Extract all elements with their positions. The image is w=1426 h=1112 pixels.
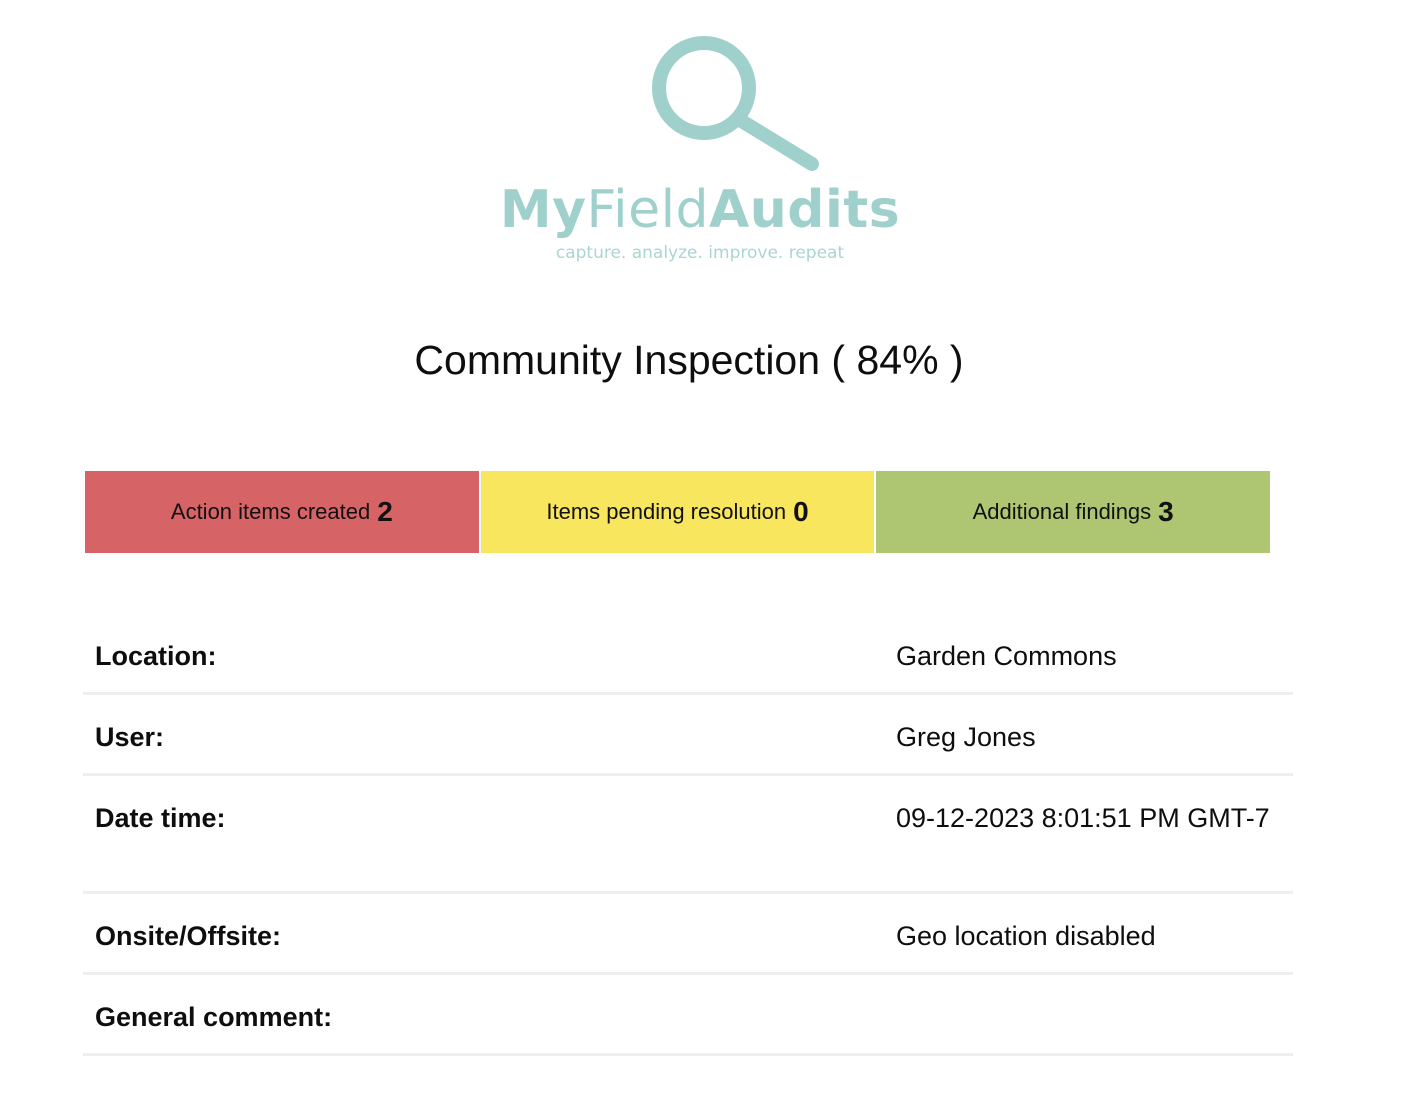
details-row-onsite: Onsite/Offsite: Geo location disabled — [83, 894, 1293, 975]
detail-label: Location: — [95, 641, 217, 671]
detail-value: Greg Jones — [896, 722, 1036, 752]
detail-value: 09-12-2023 8:01:51 PM GMT-7 — [896, 803, 1270, 833]
summary-label: Additional findings — [972, 499, 1152, 524]
details-table: Location: Garden Commons User: Greg Jone… — [83, 614, 1293, 1056]
detail-label: User: — [95, 722, 165, 752]
summary-count: 2 — [377, 496, 393, 527]
summary-label: Action items created — [170, 499, 371, 524]
logo: MyFieldAudits capture. analyze. improve.… — [0, 36, 1400, 276]
details-row-location: Location: Garden Commons — [83, 614, 1293, 695]
logo-word-audits: Audits — [709, 180, 901, 240]
summary-additional-findings: Additional findings 3 — [874, 471, 1271, 553]
summary-action-items: Action items created 2 — [85, 471, 479, 553]
summary-bar: Action items created 2 Items pending res… — [85, 471, 1271, 553]
details-row-datetime: Date time: 09-12-2023 8:01:51 PM GMT-7 — [83, 776, 1293, 894]
details-row-user: User: Greg Jones — [83, 695, 1293, 776]
logo-tagline: capture. analyze. improve. repeat — [555, 243, 845, 263]
summary-count: 3 — [1158, 496, 1174, 527]
summary-label: Items pending resolution — [546, 499, 787, 524]
summary-pending-items: Items pending resolution 0 — [478, 471, 875, 553]
summary-count: 0 — [793, 496, 809, 527]
magnifier-icon — [652, 36, 819, 171]
logo-word-field: Field — [586, 180, 710, 240]
detail-value: Geo location disabled — [896, 921, 1156, 951]
detail-label: Date time: — [95, 803, 226, 833]
logo-wordmark: MyFieldAudits — [0, 180, 1400, 240]
detail-value — [896, 975, 1293, 1053]
logo-word-my: My — [499, 180, 587, 240]
details-row-comment: General comment: — [83, 975, 1293, 1056]
report-title: Community Inspection ( 84% ) — [414, 337, 964, 383]
detail-value: Garden Commons — [896, 641, 1117, 671]
detail-label: Onsite/Offsite: — [95, 921, 282, 951]
detail-label: General comment: — [95, 1002, 333, 1032]
